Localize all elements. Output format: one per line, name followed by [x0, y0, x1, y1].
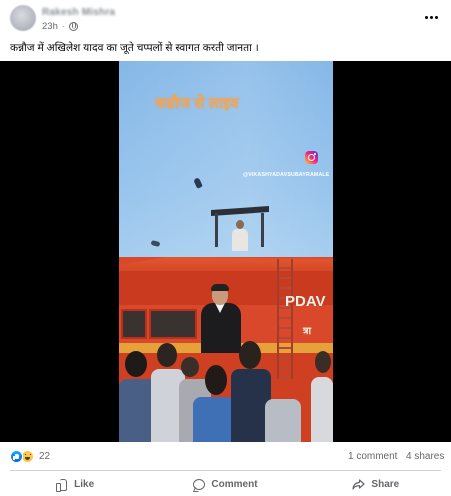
timestamp[interactable]: 23h	[42, 21, 58, 32]
post-header: Rakesh Mishra 23h ·	[0, 0, 451, 38]
comment-label: Comment	[211, 478, 258, 490]
video-overlay-text: कन्नौज से लाइव	[155, 95, 239, 112]
share-label: Share	[371, 478, 400, 490]
video-player[interactable]: कन्नौज से लाइव @VIKASHYADAVSUBAYRAMALE P…	[0, 61, 451, 442]
divider	[10, 470, 441, 471]
crowd	[119, 339, 333, 442]
video-frame[interactable]: कन्नौज से लाइव @VIKASHYADAVSUBAYRAMALE P…	[119, 61, 333, 442]
shares-count-link[interactable]: 4 shares	[406, 451, 444, 462]
like-button[interactable]: Like	[0, 472, 150, 496]
globe-icon[interactable]	[68, 22, 78, 31]
post-meta: 23h ·	[42, 21, 78, 32]
facebook-post: Rakesh Mishra 23h · कन्नौज में अखिलेश या…	[0, 0, 451, 496]
share-button[interactable]: Share	[301, 472, 451, 496]
comment-bubble-icon	[193, 478, 206, 490]
bus-window	[121, 309, 147, 339]
bus-logo-text: त्रा	[303, 326, 312, 337]
separator-dot: ·	[61, 22, 65, 31]
reactions-summary[interactable]: 22	[10, 450, 50, 463]
avatar[interactable]	[10, 5, 36, 31]
more-options-icon[interactable]	[422, 8, 440, 26]
bus-logo: PDAV	[285, 293, 326, 310]
post-caption: कन्नौज में अखिलेश यादव का जूते चप्पलों स…	[10, 42, 259, 54]
post-stats: 22 1 comment 4 shares	[0, 442, 451, 470]
reaction-count: 22	[39, 451, 51, 462]
like-reaction-icon	[10, 450, 23, 463]
author-name[interactable]: Rakesh Mishra	[42, 7, 115, 18]
bus-window	[149, 309, 197, 339]
post-actions: Like Comment Share	[0, 472, 451, 496]
instagram-icon	[305, 151, 318, 164]
video-watermark: @VIKASHYADAVSUBAYRAMALE	[243, 172, 330, 178]
comments-count-link[interactable]: 1 comment	[348, 451, 397, 462]
bus-roof-platform	[211, 205, 269, 251]
comment-button[interactable]: Comment	[150, 472, 300, 496]
person-on-bus	[231, 220, 249, 251]
thumbs-up-icon	[56, 478, 68, 492]
like-label: Like	[74, 478, 95, 490]
share-arrow-icon	[352, 478, 366, 490]
